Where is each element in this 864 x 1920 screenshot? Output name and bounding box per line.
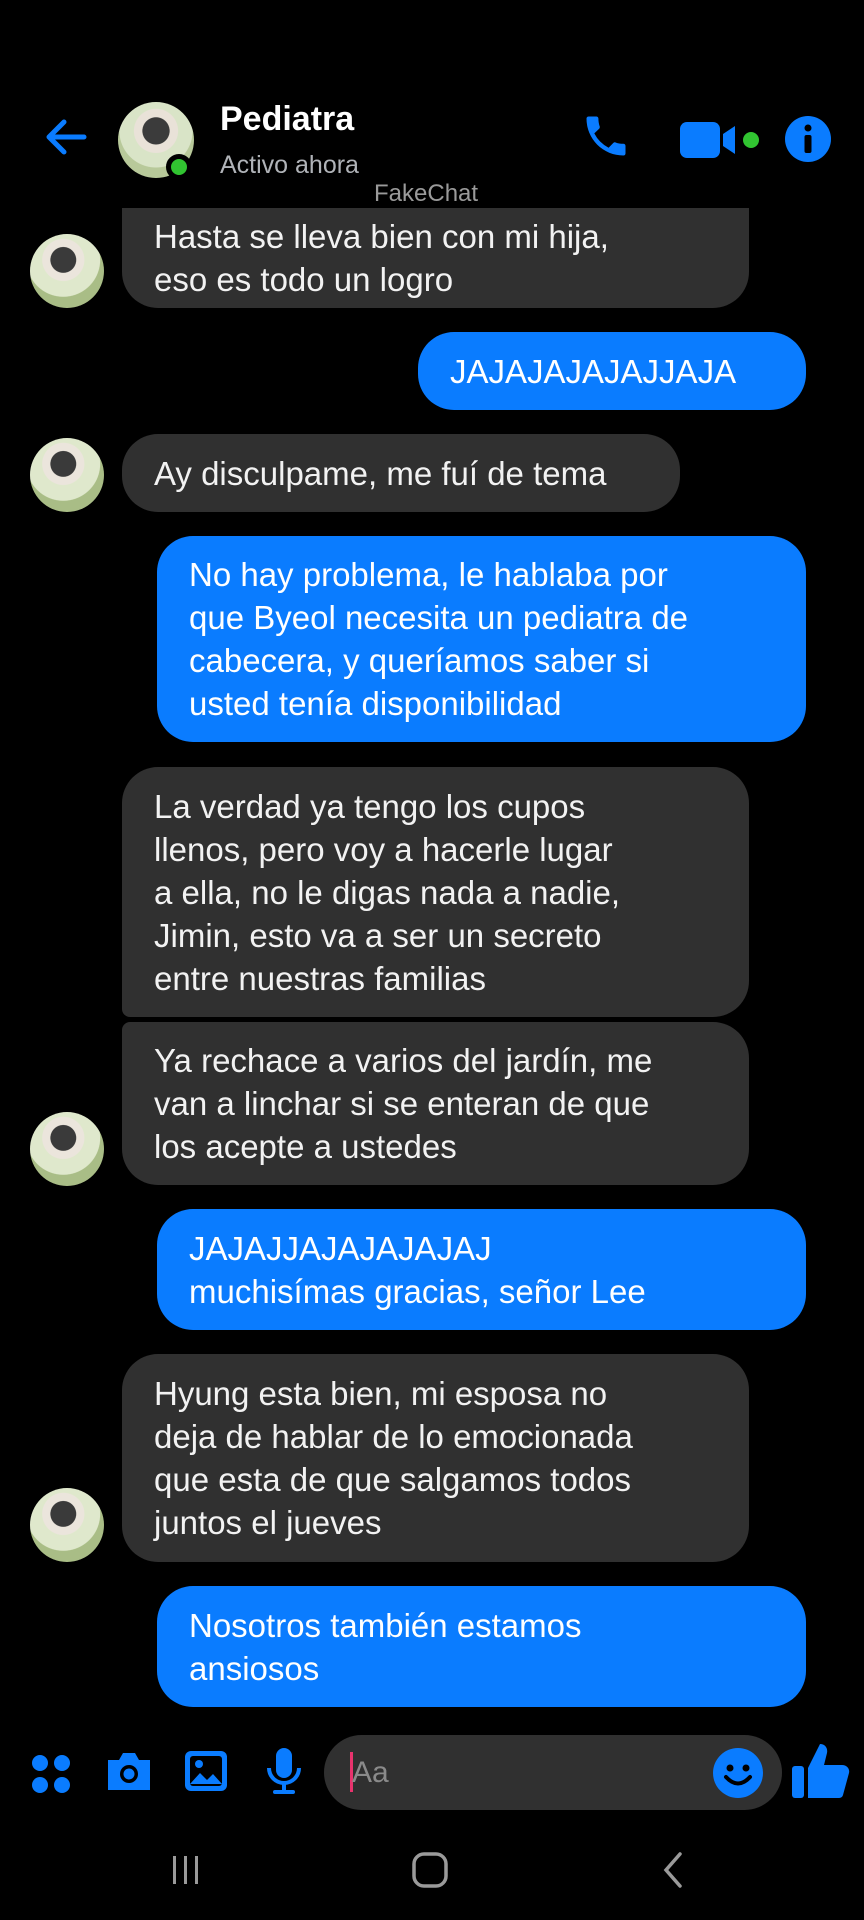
watermark-label: FakeChat: [374, 180, 479, 207]
video-icon[interactable]: [678, 118, 762, 167]
online-status-dot: [166, 154, 192, 180]
message-bubble-incoming[interactable]: Ya rechace a varios del jardín, me van a…: [122, 1022, 749, 1185]
sender-avatar[interactable]: [30, 1488, 104, 1562]
emoji-icon[interactable]: [712, 1747, 764, 1804]
info-icon[interactable]: [784, 115, 832, 168]
message-bubble-outgoing[interactable]: Nosotros también estamos ansiosos: [157, 1586, 806, 1707]
contact-name[interactable]: Pediatra: [220, 100, 354, 139]
microphone-icon[interactable]: [264, 1746, 304, 1801]
sender-avatar[interactable]: [30, 1112, 104, 1186]
home-icon[interactable]: [410, 1850, 450, 1895]
message-bubble-incoming[interactable]: Hyung esta bien, mi esposa no deja de ha…: [122, 1354, 749, 1562]
gallery-icon[interactable]: [182, 1748, 230, 1799]
apps-icon[interactable]: [30, 1753, 72, 1800]
message-bubble-incoming[interactable]: Hasta se lleva bien con mi hija, eso es …: [122, 208, 749, 308]
message-bubble-incoming[interactable]: Ay disculpame, me fuí de tema: [122, 434, 680, 512]
thumbs-up-icon[interactable]: [790, 1738, 852, 1807]
phone-icon[interactable]: [580, 110, 632, 167]
sender-avatar[interactable]: [30, 234, 104, 308]
sender-avatar[interactable]: [30, 438, 104, 512]
camera-icon[interactable]: [104, 1748, 154, 1799]
message-input-placeholder: Aa: [352, 1756, 389, 1789]
contact-status: Activo ahora: [220, 151, 359, 179]
recents-icon[interactable]: [168, 1852, 204, 1893]
message-bubble-outgoing[interactable]: JAJAJJAJAJAJAJAJ muchisímas gracias, señ…: [157, 1209, 806, 1330]
message-bubble-incoming[interactable]: La verdad ya tengo los cupos llenos, per…: [122, 767, 749, 1017]
nav-back-icon[interactable]: [656, 1850, 692, 1895]
message-bubble-outgoing[interactable]: JAJAJAJAJAJJAJA: [418, 332, 806, 410]
back-arrow-icon[interactable]: [40, 112, 90, 162]
message-bubble-outgoing[interactable]: No hay problema, le hablaba por que Byeo…: [157, 536, 806, 742]
